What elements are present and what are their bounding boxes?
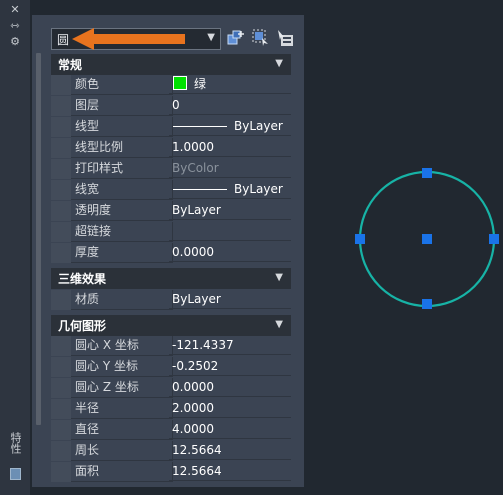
- property-value[interactable]: 4.0000: [169, 420, 291, 439]
- property-row-linetype-scale[interactable]: 线型比例 1.0000: [51, 138, 291, 158]
- property-value[interactable]: 0.0000: [169, 243, 291, 262]
- property-row-area[interactable]: 面积 12.5664: [51, 462, 291, 482]
- lineweight-preview-icon: [173, 189, 227, 190]
- chevron-down-icon: ▼: [207, 32, 215, 43]
- property-value[interactable]: 1.0000: [169, 138, 291, 157]
- autohide-icon[interactable]: ⇿: [9, 20, 21, 32]
- property-row-lineweight[interactable]: 线宽 ByLayer: [51, 180, 291, 200]
- property-row-center-x[interactable]: 圆心 X 坐标 -121.4337: [51, 336, 291, 356]
- property-label: 透明度: [71, 201, 173, 221]
- chevron-down-icon[interactable]: ▼: [275, 319, 283, 330]
- property-row-circumference[interactable]: 周长 12.5664: [51, 441, 291, 461]
- quick-select-icon[interactable]: [227, 29, 245, 47]
- property-label: 线宽: [71, 180, 173, 200]
- property-row-thickness[interactable]: 厚度 0.0000: [51, 243, 291, 263]
- property-value[interactable]: 12.5664: [169, 462, 291, 481]
- property-label: 线型: [71, 117, 173, 137]
- property-row-center-y[interactable]: 圆心 Y 坐标 -0.2502: [51, 357, 291, 377]
- arrow-annotation-icon: [72, 28, 185, 50]
- property-value[interactable]: [169, 222, 291, 241]
- property-value[interactable]: 0.0000: [169, 378, 291, 397]
- property-value[interactable]: -0.2502: [169, 357, 291, 376]
- select-objects-icon[interactable]: [252, 29, 270, 47]
- property-value[interactable]: -121.4337: [169, 336, 291, 355]
- property-label: 超链接: [71, 222, 173, 242]
- section-general[interactable]: 常规 ▼: [51, 54, 291, 75]
- grip-bottom[interactable]: [422, 299, 432, 309]
- property-row-diameter[interactable]: 直径 4.0000: [51, 420, 291, 440]
- properties-palette-icon[interactable]: [10, 468, 21, 480]
- property-row-linetype[interactable]: 线型 ByLayer: [51, 117, 291, 137]
- property-value[interactable]: ByLayer: [169, 180, 291, 199]
- property-value[interactable]: 0: [169, 96, 291, 115]
- object-type-value: 圆: [57, 32, 70, 47]
- property-label: 线型比例: [71, 138, 173, 158]
- section-3d-title: 三维效果: [58, 272, 107, 286]
- chevron-down-icon[interactable]: ▼: [275, 272, 283, 283]
- palette-titlebar: ✕ ⇿ ⚙ 特性: [0, 0, 30, 495]
- property-label: 圆心 X 坐标: [71, 336, 173, 356]
- palette-title: 特性: [9, 432, 22, 454]
- property-label: 打印样式: [71, 159, 173, 179]
- property-value[interactable]: 12.5664: [169, 441, 291, 460]
- property-row-color[interactable]: 颜色 绿: [51, 75, 291, 95]
- property-value[interactable]: 2.0000: [169, 399, 291, 418]
- property-value[interactable]: ByLayer: [169, 117, 291, 136]
- section-geometry-title: 几何图形: [58, 319, 107, 333]
- property-label: 面积: [71, 462, 173, 482]
- grip-left[interactable]: [355, 234, 365, 244]
- scrollbar[interactable]: [36, 53, 41, 425]
- grip-right[interactable]: [489, 234, 499, 244]
- property-label: 圆心 Y 坐标: [71, 357, 173, 377]
- property-label: 周长: [71, 441, 173, 461]
- drawing-canvas[interactable]: [352, 168, 503, 309]
- toggle-pickadd-icon[interactable]: [276, 29, 294, 47]
- property-value[interactable]: ByLayer: [169, 290, 291, 309]
- section-general-title: 常规: [58, 58, 83, 72]
- color-swatch-icon: [173, 76, 187, 90]
- property-row-plot-style[interactable]: 打印样式 ByColor: [51, 159, 291, 179]
- property-row-radius[interactable]: 半径 2.0000: [51, 399, 291, 419]
- property-label: 厚度: [71, 243, 173, 263]
- property-row-hyperlink[interactable]: 超链接: [51, 222, 291, 242]
- property-label: 颜色: [71, 75, 173, 95]
- section-3d-effects[interactable]: 三维效果 ▼: [51, 268, 291, 289]
- section-geometry[interactable]: 几何图形 ▼: [51, 315, 291, 336]
- property-label: 半径: [71, 399, 173, 419]
- property-value: ByColor: [169, 159, 291, 178]
- gear-icon[interactable]: ⚙: [9, 36, 21, 48]
- property-row-transparency[interactable]: 透明度 ByLayer: [51, 201, 291, 221]
- property-label: 直径: [71, 420, 173, 440]
- property-row-layer[interactable]: 图层 0: [51, 96, 291, 116]
- chevron-down-icon[interactable]: ▼: [275, 58, 283, 69]
- property-row-material[interactable]: 材质 ByLayer: [51, 290, 291, 310]
- property-label: 图层: [71, 96, 173, 116]
- property-label: 材质: [71, 290, 173, 310]
- property-row-center-z[interactable]: 圆心 Z 坐标 0.0000: [51, 378, 291, 398]
- property-label: 圆心 Z 坐标: [71, 378, 173, 398]
- grip-center[interactable]: [422, 234, 432, 244]
- property-value[interactable]: ByLayer: [169, 201, 291, 220]
- close-icon[interactable]: ✕: [9, 4, 21, 16]
- property-value[interactable]: 绿: [169, 75, 291, 94]
- linetype-preview-icon: [173, 126, 227, 127]
- grip-top[interactable]: [422, 168, 432, 178]
